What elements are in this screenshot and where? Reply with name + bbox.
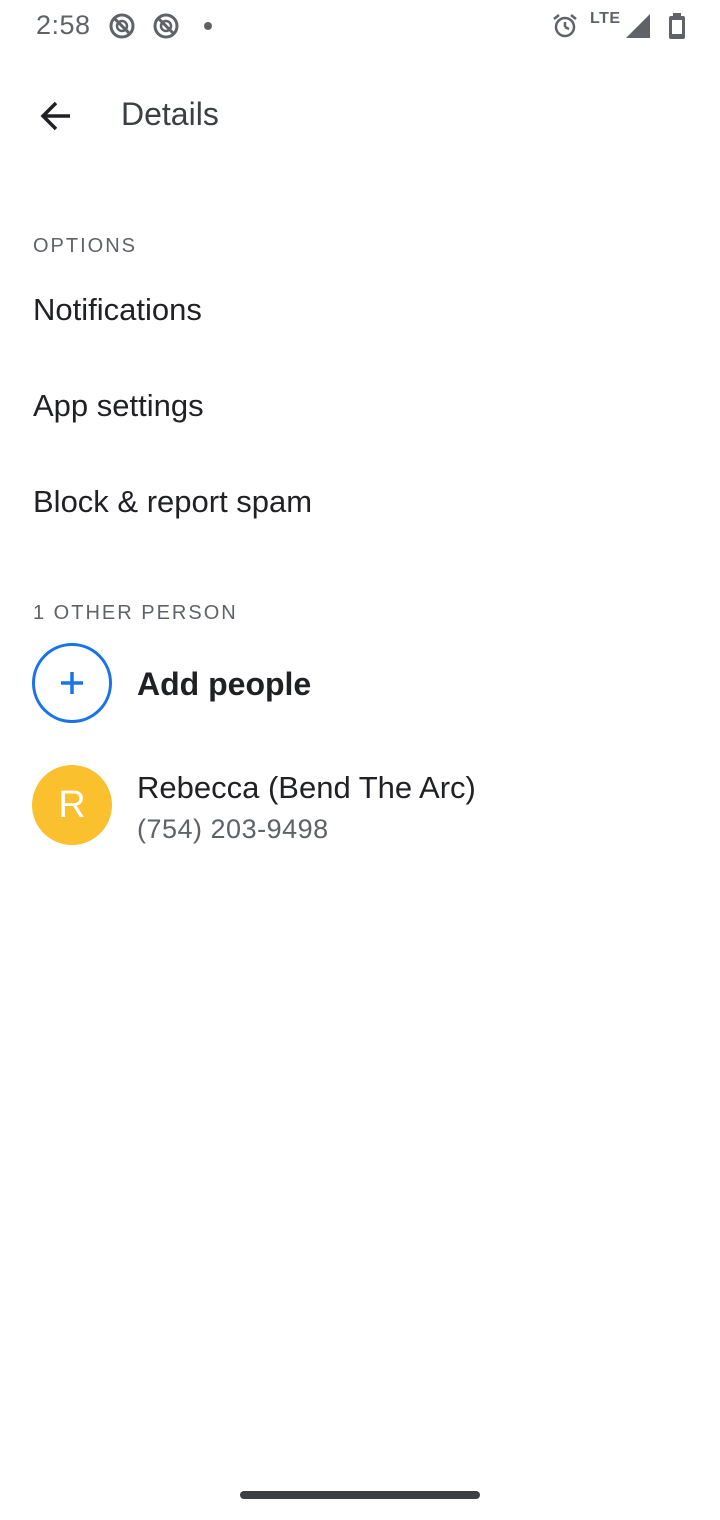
app-settings-label: App settings	[33, 388, 204, 423]
contact-phone: (754) 203-9498	[137, 814, 329, 844]
contact-name: Rebecca (Bend The Arc)	[137, 770, 476, 805]
block-report-spam-label: Block & report spam	[33, 484, 313, 519]
network-type-label: LTE	[590, 10, 621, 27]
page-title: Details	[121, 96, 219, 132]
status-time: 2:58	[36, 10, 91, 40]
do-not-disturb-icon	[153, 13, 179, 39]
status-bar: 2:58 LTE	[0, 0, 720, 52]
add-people-button[interactable]: Add people	[0, 638, 720, 730]
notifications-label: Notifications	[33, 292, 202, 327]
people-section-header: 1 OTHER PERSON	[33, 602, 238, 624]
app-bar: Details	[0, 74, 720, 160]
plus-icon	[61, 672, 83, 694]
notifications-option[interactable]: Notifications	[0, 262, 720, 358]
add-circle	[32, 643, 112, 723]
alarm-icon	[553, 14, 577, 38]
back-button[interactable]	[28, 88, 84, 144]
block-report-spam-option[interactable]: Block & report spam	[0, 454, 720, 550]
battery-icon	[669, 13, 685, 39]
notification-dot-icon	[204, 22, 212, 30]
signal-icon	[626, 14, 650, 38]
app-settings-option[interactable]: App settings	[0, 358, 720, 454]
arrow-back-icon	[40, 101, 70, 131]
add-people-label: Add people	[137, 666, 312, 702]
avatar: R	[32, 765, 112, 845]
do-not-disturb-icon	[109, 13, 135, 39]
home-indicator[interactable]	[240, 1491, 480, 1499]
options-section-header: OPTIONS	[33, 235, 138, 257]
contact-row[interactable]: R Rebecca (Bend The Arc) (754) 203-9498	[0, 760, 720, 852]
